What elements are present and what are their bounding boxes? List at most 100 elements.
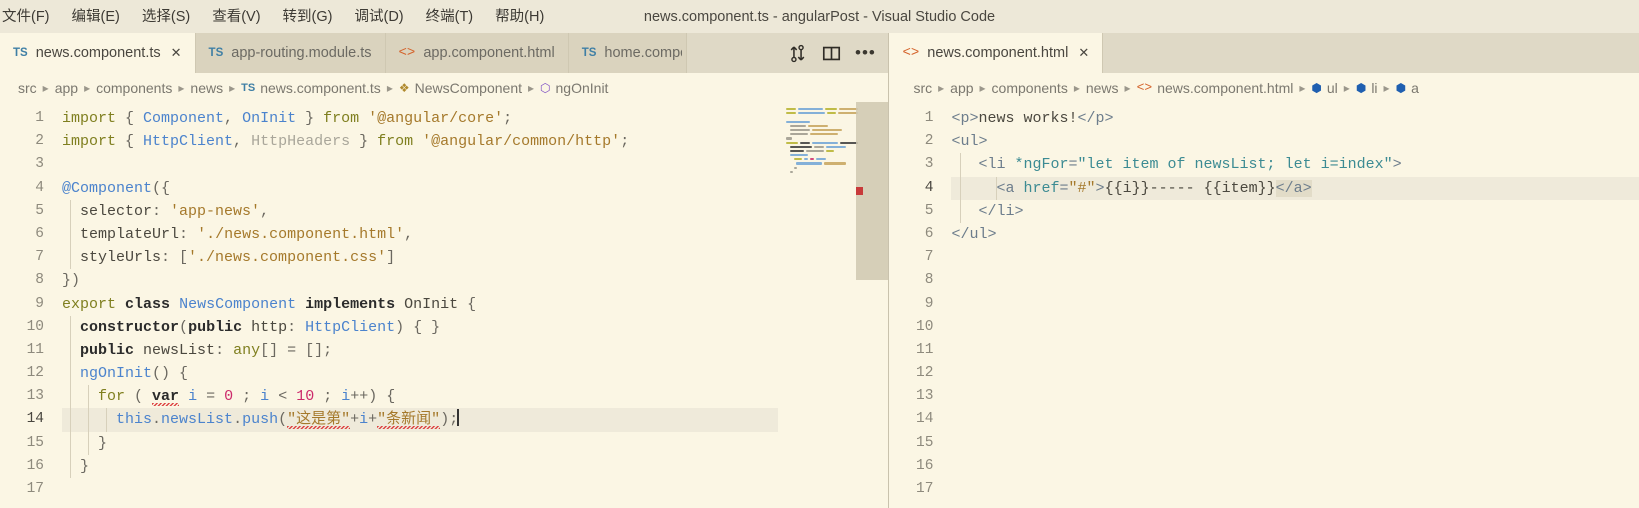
breadcrumb-separator: ▸ — [1343, 80, 1350, 95]
breadcrumb-item-a[interactable]: ⬢ a — [1394, 80, 1421, 96]
tab-bar-left: TS news.component.ts ✕ TS app-routing.mo… — [0, 33, 889, 73]
breadcrumb-item-app[interactable]: app — [53, 80, 80, 96]
tab-bar-right: <> news.component.html ✕ — [889, 33, 1639, 73]
tab-label: app.component.html — [423, 45, 555, 61]
minimap-change-marker — [856, 187, 864, 195]
line-number: 15 — [26, 434, 44, 451]
breadcrumb-item-file[interactable]: <> news.component.html — [1135, 80, 1296, 96]
menu-bar: 文件(F) 编辑(E) 选择(S) 查看(V) 转到(G) 调试(D) 终端(T… — [0, 5, 555, 29]
code-line-1: <p>news works!</p> — [951, 110, 1114, 127]
html-file-icon: <> — [1136, 80, 1153, 95]
tab-close-icon[interactable]: ✕ — [1078, 45, 1089, 61]
breadcrumb-item-src[interactable]: src — [911, 80, 934, 96]
code-line-11: public newsList: any[] = []; — [62, 338, 888, 363]
tab-home-component[interactable]: TS home.compo — [568, 33, 687, 73]
menu-terminal[interactable]: 终端(T) — [415, 5, 485, 29]
code-content-right[interactable]: <p>news works!</p> <ul> <li *ngFor="let … — [951, 102, 1639, 508]
html-file-icon: <> — [902, 45, 920, 61]
minimap-left[interactable] — [778, 102, 889, 508]
menu-debug[interactable]: 调试(D) — [343, 5, 414, 29]
code-editor-right[interactable]: 1 2 3 4 5 6 7 8 9 10 11 12 13 14 15 16 1 — [889, 102, 1639, 508]
breadcrumb-right: src ▸ app ▸ components ▸ news ▸ <> news.… — [889, 73, 1639, 102]
tab-app-component-html[interactable]: <> app.component.html — [385, 33, 569, 73]
line-number: 2 — [35, 133, 44, 150]
breadcrumb-item-src[interactable]: src — [16, 80, 39, 96]
breadcrumb-item-app[interactable]: app — [948, 80, 975, 96]
breadcrumb-separator: ▸ — [528, 80, 535, 95]
breadcrumb-label: a — [1411, 79, 1419, 96]
breadcrumb-item-components[interactable]: components — [990, 80, 1070, 96]
text-cursor — [457, 409, 460, 427]
menu-selection[interactable]: 选择(S) — [131, 5, 201, 29]
more-actions-icon[interactable]: ••• — [848, 33, 882, 73]
line-number: 6 — [924, 225, 934, 242]
line-number: 9 — [924, 295, 934, 312]
code-line-5: </li> — [951, 199, 1639, 223]
breadcrumb-label: news.component.ts — [260, 79, 381, 96]
tab-news-component-html[interactable]: <> news.component.html ✕ — [889, 33, 1104, 73]
breadcrumb-item-file[interactable]: TS news.component.ts — [239, 80, 383, 96]
code-line-13: for ( var i = 0 ; i < 10 ; i++) { — [62, 385, 888, 409]
line-number: 14 — [916, 411, 934, 428]
line-number-gutter-left: 1 2 3 4 5 6 7 8 9 10 11 12 13 14 15 16 1 — [0, 102, 62, 508]
tab-close-icon[interactable]: ✕ — [171, 45, 182, 61]
vscode-window: 文件(F) 编辑(E) 选择(S) 查看(V) 转到(G) 调试(D) 终端(T… — [0, 0, 1639, 508]
breadcrumb-separator: ▸ — [979, 80, 986, 95]
breadcrumb-separator: ▸ — [1299, 80, 1306, 95]
line-number: 17 — [26, 481, 44, 497]
menu-view[interactable]: 查看(V) — [201, 5, 271, 29]
breadcrumb-label: ul — [1326, 79, 1338, 96]
line-number: 16 — [916, 457, 934, 474]
tab-app-routing-module-ts[interactable]: TS app-routing.module.ts — [195, 33, 386, 73]
tab-news-component-ts[interactable]: TS news.component.ts ✕ — [0, 33, 196, 73]
tag-symbol-icon: ⬢ — [1395, 80, 1407, 95]
code-line-3: <li *ngFor="let item of newsList; let i=… — [951, 153, 1639, 177]
breadcrumb-item-method[interactable]: ⬡ ngOnInit — [538, 80, 610, 96]
code-line-2: <ul> — [951, 133, 988, 151]
method-symbol-icon: ⬡ — [540, 80, 551, 95]
breadcrumb-label: li — [1371, 79, 1378, 96]
line-number: 1 — [924, 110, 934, 126]
code-line-6: </ul> — [951, 225, 997, 243]
line-number: 9 — [35, 295, 44, 312]
breadcrumb-separator: ▸ — [84, 80, 91, 95]
line-number: 13 — [916, 388, 934, 405]
line-number: 10 — [26, 318, 44, 335]
breadcrumb-item-li[interactable]: ⬢ li — [1354, 80, 1380, 96]
breadcrumb-separator: ▸ — [386, 80, 393, 95]
menu-help[interactable]: 帮助(H) — [484, 5, 555, 29]
line-number: 17 — [916, 481, 934, 497]
breadcrumb-item-news[interactable]: news — [1084, 80, 1121, 96]
code-line-9: export class NewsComponent implements On… — [62, 295, 477, 313]
tab-actions-left: ••• — [780, 33, 888, 73]
split-editor-icon[interactable] — [814, 33, 848, 73]
line-number: 10 — [916, 318, 934, 335]
menu-go[interactable]: 转到(G) — [272, 5, 344, 29]
code-line-8: }) — [62, 272, 81, 290]
menu-edit[interactable]: 编辑(E) — [61, 5, 131, 29]
code-line-10: constructor(public http: HttpClient) { } — [62, 315, 888, 339]
editor-group-right: <> news.component.html ✕ src ▸ app ▸ com… — [888, 33, 1639, 508]
breadcrumb-separator: ▸ — [178, 80, 185, 95]
code-line-5: selector: 'app-news', — [62, 199, 888, 223]
breadcrumb-item-class[interactable]: ❖ NewsComponent — [397, 80, 524, 96]
code-editor-left[interactable]: 1 2 3 4 5 6 7 8 9 10 11 12 13 14 15 16 1 — [0, 102, 889, 508]
breadcrumb-item-ul[interactable]: ⬢ ul — [1309, 80, 1339, 96]
line-number: 11 — [916, 341, 934, 358]
code-content-left[interactable]: import { Component, OnInit } from '@angu… — [62, 102, 889, 508]
code-line-14-current: this.newsList.push("这是第"+i+"条新闻"); — [62, 408, 889, 432]
breadcrumb-item-components[interactable]: components — [94, 80, 174, 96]
tab-label: app-routing.module.ts — [231, 45, 372, 61]
compare-changes-icon[interactable] — [780, 33, 814, 73]
breadcrumb-item-news[interactable]: news — [188, 80, 225, 96]
menu-file[interactable]: 文件(F) — [0, 5, 61, 29]
code-line-7: styleUrls: ['./news.component.css'] — [62, 246, 888, 270]
line-number-current: 4 — [924, 179, 934, 196]
